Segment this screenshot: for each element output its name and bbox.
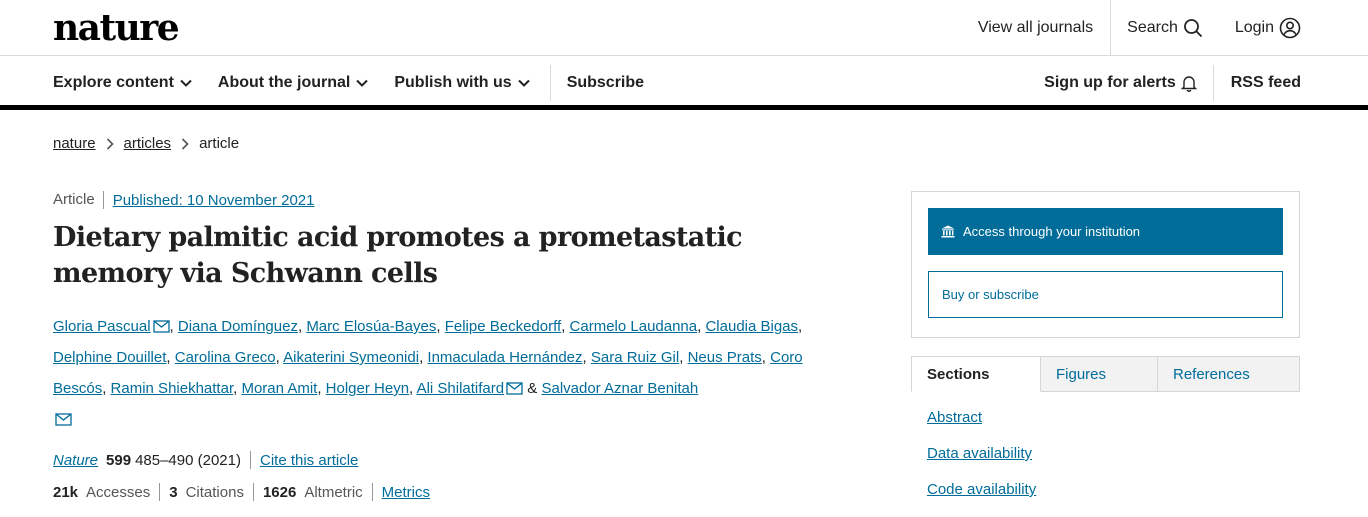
chevron-down-icon [517, 79, 530, 87]
altmetric-count: 1626 [262, 483, 297, 501]
metrics-link[interactable]: Metrics [382, 484, 430, 501]
divider [159, 483, 161, 501]
citations-count: 3 [169, 483, 178, 501]
author-link[interactable]: Delphine Douillet [53, 349, 166, 366]
author-link[interactable]: Ali Shilatifard [417, 380, 505, 397]
published-date-link[interactable]: Published: 10 November 2021 [113, 192, 315, 209]
divider [371, 483, 373, 501]
author-link[interactable]: Diana Domínguez [178, 318, 298, 335]
mail-icon[interactable] [506, 382, 523, 395]
chevron-right-icon [106, 137, 114, 150]
bell-icon [1180, 74, 1197, 92]
nav-divider [549, 65, 551, 101]
accesses-label: Accesses [86, 483, 151, 501]
tab-figures[interactable]: Figures [1041, 356, 1158, 392]
search-icon [1183, 18, 1203, 38]
about-journal-label: About the journal [217, 74, 351, 91]
author-link[interactable]: Moran Amit [241, 380, 317, 397]
article-title: Dietary palmitic acid promotes a prometa… [53, 222, 743, 289]
publish-menu[interactable]: Publish with us [394, 74, 530, 92]
nav-right: Sign up for alerts RSS feed [1044, 56, 1301, 110]
cite-article-link[interactable]: Cite this article [260, 452, 358, 469]
breadcrumb-current: article [199, 135, 240, 152]
author-link[interactable]: Sara Ruiz Gil [591, 349, 679, 366]
main-nav: Explore content About the journal Publis… [0, 56, 1368, 110]
author-link[interactable]: Gloria Pascual [53, 318, 151, 335]
breadcrumb-nature[interactable]: nature [53, 135, 96, 152]
section-links: Abstract Data availability Code availabi… [927, 408, 1036, 516]
author-link[interactable]: Claudia Bigas [705, 318, 798, 335]
article-type: Article [53, 191, 104, 209]
chevron-right-icon [181, 137, 189, 150]
journal-link[interactable]: Nature [53, 452, 98, 469]
author-link[interactable]: Inmaculada Hernández [427, 349, 582, 366]
section-tabs: Sections Figures References [911, 356, 1300, 392]
author-link[interactable]: Salvador Aznar Benitah [541, 380, 698, 397]
author-link[interactable]: Marc Elosúa-Bayes [306, 318, 436, 335]
article-meta: Article Published: 10 November 2021 [53, 191, 314, 209]
rss-feed-link[interactable]: RSS feed [1231, 74, 1301, 92]
author-link[interactable]: Aikaterini Symeonidi [283, 349, 419, 366]
author-list: Gloria Pascual, Diana Domínguez, Marc El… [53, 311, 823, 435]
tab-references[interactable]: References [1158, 356, 1300, 392]
user-icon [1279, 17, 1301, 39]
mail-icon[interactable] [152, 320, 170, 333]
alerts-link[interactable]: Sign up for alerts [1044, 74, 1197, 92]
author-link[interactable]: Holger Heyn [326, 380, 409, 397]
search-button[interactable]: Search [1110, 0, 1219, 56]
author-link[interactable]: Carmelo Laudanna [570, 318, 698, 335]
subscribe-link[interactable]: Subscribe [567, 74, 644, 92]
alerts-label: Sign up for alerts [1044, 74, 1176, 91]
login-button[interactable]: Login [1219, 0, 1368, 56]
author-link[interactable]: Ramin Shiekhattar [111, 380, 234, 397]
institution-access-label: Access through your institution [963, 224, 1141, 239]
institution-access-button[interactable]: Access through your institution [928, 208, 1283, 255]
divider [250, 451, 251, 469]
section-link-data-availability[interactable]: Data availability [927, 444, 1036, 480]
mail-icon[interactable] [55, 413, 72, 426]
search-label: Search [1127, 19, 1178, 36]
section-link-abstract[interactable]: Abstract [927, 408, 1036, 444]
chevron-down-icon [356, 79, 369, 87]
explore-content-menu[interactable]: Explore content [53, 74, 192, 92]
nature-logo[interactable]: nature [53, 8, 180, 48]
pages-year: 485–490 (2021) [135, 451, 241, 469]
top-header: nature View all journals Search Login [0, 0, 1368, 56]
citations-label: Citations [185, 483, 244, 501]
publish-label: Publish with us [394, 74, 512, 91]
view-all-journals-link[interactable]: View all journals [962, 0, 1110, 56]
tab-sections[interactable]: Sections [911, 356, 1041, 392]
volume: 599 [106, 451, 132, 469]
nav-left: Explore content About the journal Publis… [53, 56, 670, 110]
author-joiner: & [527, 380, 538, 397]
top-links: View all journals Search Login [962, 0, 1368, 56]
access-box: Access through your institution Buy or s… [911, 191, 1300, 338]
author-link[interactable]: Carolina Greco [175, 349, 276, 366]
nav-divider [1212, 65, 1214, 101]
metrics-bar: 21k Accesses 3 Citations 1626 Altmetric … [53, 483, 430, 501]
chevron-down-icon [180, 79, 192, 87]
explore-content-label: Explore content [53, 74, 174, 91]
section-link-code-availability[interactable]: Code availability [927, 480, 1036, 516]
breadcrumb-articles[interactable]: articles [124, 135, 172, 152]
citation-line: Nature 599 485–490 (2021) Cite this arti… [53, 451, 358, 469]
author-link[interactable]: Felipe Beckedorff [445, 318, 561, 335]
altmetric-label: Altmetric [304, 483, 363, 501]
divider [252, 483, 254, 501]
login-label: Login [1234, 19, 1274, 36]
about-journal-menu[interactable]: About the journal [217, 74, 369, 92]
institution-icon [941, 225, 955, 238]
accesses-count: 21k [53, 483, 79, 501]
buy-subscribe-button[interactable]: Buy or subscribe [928, 271, 1283, 318]
author-link[interactable]: Neus Prats [688, 349, 762, 366]
breadcrumb: nature articles article [53, 135, 239, 152]
